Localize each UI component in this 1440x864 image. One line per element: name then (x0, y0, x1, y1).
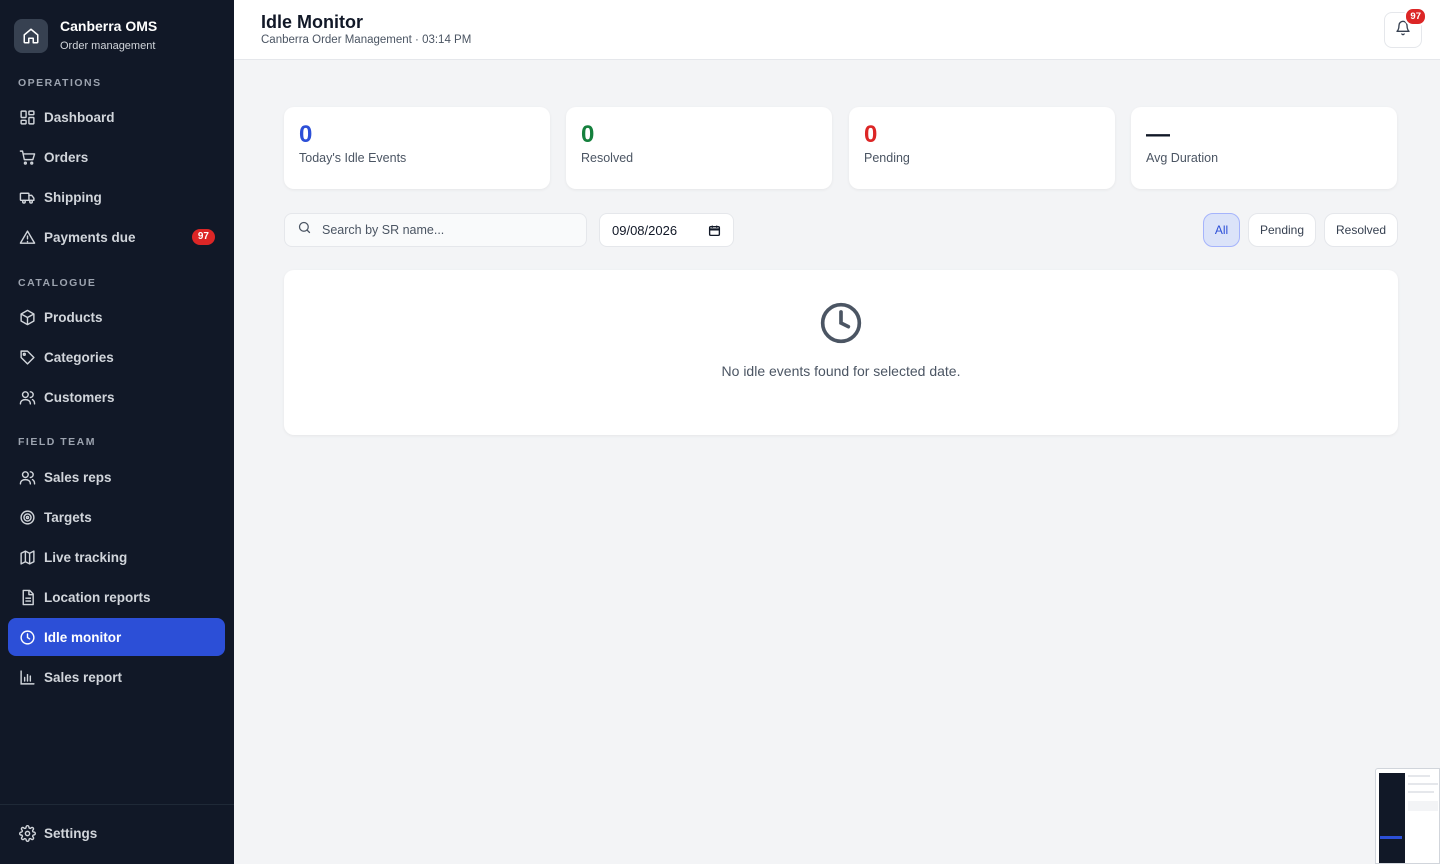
filter-resolved-button[interactable]: Resolved (1324, 213, 1398, 247)
stat-label: Avg Duration (1146, 151, 1219, 165)
users-icon (18, 388, 36, 406)
stat-card-avg-duration: — Avg Duration (1131, 107, 1397, 189)
gear-icon (18, 824, 36, 842)
notification-badge: 97 (1404, 7, 1427, 26)
sidebar-item-label: Products (44, 309, 103, 325)
search-input[interactable] (322, 223, 572, 237)
brand-title: Canberra OMS (60, 18, 158, 34)
payments-due-badge: 97 (191, 229, 215, 245)
section-title-field-team: FIELD TEAM (18, 436, 96, 448)
page-subtitle: Canberra Order Management · 03:14 PM (261, 34, 472, 46)
section-title-operations: OPERATIONS (18, 77, 102, 89)
calendar-icon[interactable] (708, 224, 721, 240)
stat-label: Today's Idle Events (299, 151, 407, 165)
cart-icon (18, 148, 36, 166)
stat-value: 0 (581, 121, 595, 148)
sidebar-item-sales-report[interactable]: Sales report (8, 658, 225, 696)
events-panel: No idle events found for selected date. (284, 270, 1398, 435)
sidebar-item-targets[interactable]: Targets (8, 498, 225, 536)
sidebar-item-label: Orders (44, 149, 89, 165)
thumbnail-active-item (1380, 836, 1402, 839)
sidebar-item-location-reports[interactable]: Location reports (8, 578, 225, 616)
truck-icon (18, 188, 36, 206)
sidebar-item-idle-monitor[interactable]: Idle monitor (8, 618, 225, 656)
sidebar-item-dashboard[interactable]: Dashboard (8, 98, 225, 136)
document-icon (18, 588, 36, 606)
box-icon (18, 308, 36, 326)
notifications-button[interactable]: 97 (1384, 7, 1427, 48)
sidebar-item-label: Sales report (44, 669, 123, 685)
top-header: Idle Monitor Canberra Order Management ·… (234, 0, 1440, 60)
section-title-catalogue: CATALOGUE (18, 277, 97, 289)
stat-label: Resolved (581, 151, 634, 165)
filter-all-button[interactable]: All (1203, 213, 1240, 247)
search-field[interactable] (284, 213, 587, 247)
brand[interactable]: Canberra OMS Order management (14, 18, 157, 53)
sidebar-item-label: Sales reps (44, 469, 112, 485)
page-title: Idle Monitor (261, 12, 363, 32)
thumbnail-line (1408, 775, 1430, 777)
sidebar-item-label: Idle monitor (44, 629, 122, 645)
thumbnail-line (1408, 791, 1434, 793)
grid-icon (18, 108, 36, 126)
sidebar-item-customers[interactable]: Customers (8, 378, 225, 416)
sidebar-item-label: Live tracking (44, 549, 128, 565)
filter-pending-button[interactable]: Pending (1248, 213, 1316, 247)
stat-label: Pending (864, 151, 910, 165)
sidebar-item-label: Payments due (44, 229, 136, 245)
sidebar-item-label: Customers (44, 389, 115, 405)
date-picker[interactable]: 09/08/2026 (599, 213, 734, 247)
screenshot-thumbnail[interactable] (1375, 768, 1440, 864)
sidebar-item-orders[interactable]: Orders (8, 138, 225, 176)
sidebar-item-products[interactable]: Products (8, 298, 225, 336)
sidebar-item-label: Categories (44, 349, 114, 365)
sidebar-item-label: Targets (44, 509, 92, 525)
home-icon (14, 18, 48, 53)
sidebar-item-label: Shipping (44, 189, 102, 205)
empty-state-message: No idle events found for selected date. (721, 363, 961, 379)
sidebar-divider (0, 804, 234, 805)
bar-chart-icon (18, 668, 36, 686)
stat-value: 0 (864, 121, 878, 148)
sidebar-item-sales-reps[interactable]: Sales reps (8, 458, 225, 496)
map-icon (18, 548, 36, 566)
clock-icon (819, 301, 863, 350)
stat-value: — (1146, 121, 1170, 148)
sidebar-item-label: Dashboard (44, 109, 115, 125)
sidebar-item-label: Settings (44, 825, 98, 841)
sidebar-item-settings[interactable]: Settings (8, 814, 225, 852)
thumbnail-sidebar (1379, 773, 1405, 863)
stat-value: 0 (299, 121, 313, 148)
sidebar-item-categories[interactable]: Categories (8, 338, 225, 376)
sidebar: Canberra OMS Order management OPERATIONS… (0, 0, 234, 864)
clock-icon (18, 628, 36, 646)
search-icon (297, 220, 312, 240)
sidebar-item-live-tracking[interactable]: Live tracking (8, 538, 225, 576)
thumbnail-line (1408, 801, 1438, 811)
tag-icon (18, 348, 36, 366)
warning-icon (18, 228, 36, 246)
users-icon (18, 468, 36, 486)
thumbnail-line (1408, 783, 1438, 785)
brand-subtitle: Order management (60, 40, 156, 52)
target-icon (18, 508, 36, 526)
sidebar-item-label: Location reports (44, 589, 151, 605)
date-value: 09/08/2026 (612, 222, 678, 238)
stat-card-pending: 0 Pending (849, 107, 1115, 189)
sidebar-item-payments-due[interactable]: Payments due 97 (8, 218, 225, 256)
stat-card-idle-events: 0 Today's Idle Events (284, 107, 550, 189)
stat-card-resolved: 0 Resolved (566, 107, 832, 189)
sidebar-item-shipping[interactable]: Shipping (8, 178, 225, 216)
